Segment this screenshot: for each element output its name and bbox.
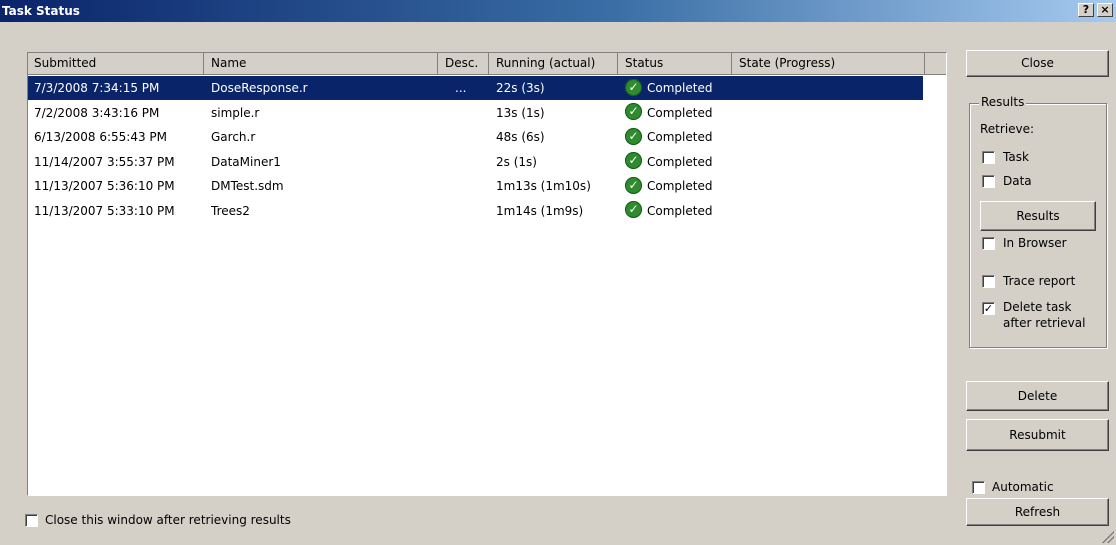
close-after-retrieving-checkbox[interactable] — [25, 514, 38, 527]
table-row[interactable]: 7/2/2008 3:43:16 PM simple.r 13s (1s) ✓ Comp… — [28, 101, 923, 125]
status-text: Completed — [647, 81, 713, 95]
delete-task-checkbox-label-line2: after retrieval — [1003, 316, 1086, 330]
task-checkbox[interactable] — [982, 151, 995, 164]
status-text: Completed — [647, 154, 713, 169]
cell-running: 1m13s (1m10s) — [496, 179, 591, 193]
column-header-state[interactable]: State (Progress) — [733, 53, 925, 74]
cell-running: 22s (3s) — [496, 81, 545, 95]
close-after-retrieving-label: Close this window after retrieving resul… — [45, 513, 291, 527]
table-row[interactable]: 11/13/2007 5:36:10 PM DMTest.sdm 1m13s (1m… — [28, 174, 923, 198]
cell-state — [733, 76, 739, 100]
cell-state — [733, 150, 739, 174]
cell-name: DataMiner1 — [211, 154, 281, 169]
delete-task-checkbox[interactable]: ✓ — [982, 302, 995, 315]
cell-name: Garch.r — [211, 130, 256, 144]
data-checkbox-label: Data — [1003, 174, 1032, 188]
close-button[interactable]: Close — [966, 50, 1109, 77]
cell-status: ✓ Completed — [619, 150, 712, 174]
cell-status: ✓ Completed — [619, 76, 712, 100]
cell-submitted: 7/2/2008 3:43:16 PM — [34, 105, 160, 120]
list-header: Submitted Name Desc. Running (actual) St… — [28, 53, 946, 75]
table-row[interactable]: 11/14/2007 3:55:37 PM DataMiner1 2s (1s) ✓ C… — [28, 150, 923, 174]
results-group-label: Results — [979, 95, 1027, 109]
cell-name: DMTest.sdm — [211, 179, 284, 193]
cell-submitted: 6/13/2008 6:55:43 PM — [34, 130, 168, 144]
cell-desc: ... — [455, 81, 467, 95]
status-text: Completed — [647, 203, 713, 218]
cell-running: 48s (6s) — [496, 130, 545, 144]
cell-desc — [439, 125, 455, 149]
cell-running: 1m14s (1m9s) — [496, 203, 584, 218]
cell-running: 13s (1s) — [496, 105, 545, 120]
column-header-running[interactable]: Running (actual) — [490, 53, 618, 74]
retrieve-label: Retrieve: — [980, 122, 1035, 136]
cell-submitted: 7/3/2008 7:34:15 PM — [34, 81, 160, 95]
cell-submitted: 11/13/2007 5:36:10 PM — [34, 179, 175, 193]
table-row[interactable]: 6/13/2008 6:55:43 PM Garch.r 48s (6s) ✓ Comp… — [28, 125, 923, 149]
window-title: Task Status — [2, 4, 80, 18]
cell-name: Trees2 — [211, 203, 250, 218]
cell-running: 2s (1s) — [496, 154, 537, 169]
automatic-checkbox-label: Automatic — [992, 480, 1054, 494]
data-checkbox[interactable] — [982, 175, 995, 188]
cell-desc — [439, 199, 455, 223]
task-list[interactable]: Submitted Name Desc. Running (actual) St… — [27, 52, 947, 496]
cell-state — [733, 125, 739, 149]
cell-status: ✓ Completed — [619, 199, 712, 223]
task-checkbox-label: Task — [1003, 150, 1029, 164]
cell-desc — [439, 150, 455, 174]
cell-name: simple.r — [211, 105, 260, 120]
delete-task-checkbox-label-line1: Delete task — [1003, 300, 1072, 314]
status-text: Completed — [647, 179, 713, 193]
check-circle-icon: ✓ — [625, 103, 642, 120]
column-header-name[interactable]: Name — [205, 53, 438, 74]
in-browser-checkbox[interactable] — [982, 237, 995, 250]
automatic-checkbox[interactable] — [972, 481, 985, 494]
cell-state — [733, 199, 739, 223]
cell-state — [733, 101, 739, 125]
cell-state — [733, 174, 739, 198]
cell-desc — [439, 174, 455, 198]
cell-status: ✓ Completed — [619, 174, 712, 198]
delete-button[interactable]: Delete — [966, 381, 1109, 411]
column-header-status[interactable]: Status — [619, 53, 732, 74]
status-text: Completed — [647, 105, 713, 120]
title-bar: Task Status ? × — [0, 0, 1116, 22]
table-row[interactable]: 7/3/2008 7:34:15 PM DoseResponse.r... 22s … — [28, 76, 923, 100]
check-circle-icon: ✓ — [625, 127, 642, 145]
cell-status: ✓ Completed — [619, 125, 712, 149]
window-close-button[interactable]: × — [1097, 3, 1113, 17]
help-button[interactable]: ? — [1078, 3, 1094, 17]
check-circle-icon: ✓ — [625, 152, 642, 169]
check-circle-icon: ✓ — [625, 176, 642, 194]
results-button[interactable]: Results — [980, 201, 1096, 231]
check-circle-icon: ✓ — [625, 78, 642, 96]
trace-report-checkbox-label: Trace report — [1003, 274, 1076, 288]
cell-name: DoseResponse.r — [211, 81, 308, 95]
table-row[interactable]: 11/13/2007 5:33:10 PM Trees2 1m14s (1m9s) ✓… — [28, 199, 923, 223]
resize-grip-icon[interactable] — [1102, 531, 1114, 543]
cell-desc — [439, 101, 455, 125]
cell-submitted: 11/13/2007 5:33:10 PM — [34, 203, 175, 218]
column-header-submitted[interactable]: Submitted — [28, 53, 204, 74]
in-browser-checkbox-label: In Browser — [1003, 236, 1067, 250]
trace-report-checkbox[interactable] — [982, 275, 995, 288]
column-header-desc[interactable]: Desc. — [439, 53, 489, 74]
cell-submitted: 11/14/2007 3:55:37 PM — [34, 154, 175, 169]
refresh-button[interactable]: Refresh — [966, 498, 1109, 526]
status-text: Completed — [647, 130, 713, 144]
resubmit-button[interactable]: Resubmit — [966, 419, 1109, 451]
check-circle-icon: ✓ — [625, 201, 642, 218]
cell-status: ✓ Completed — [619, 101, 712, 125]
